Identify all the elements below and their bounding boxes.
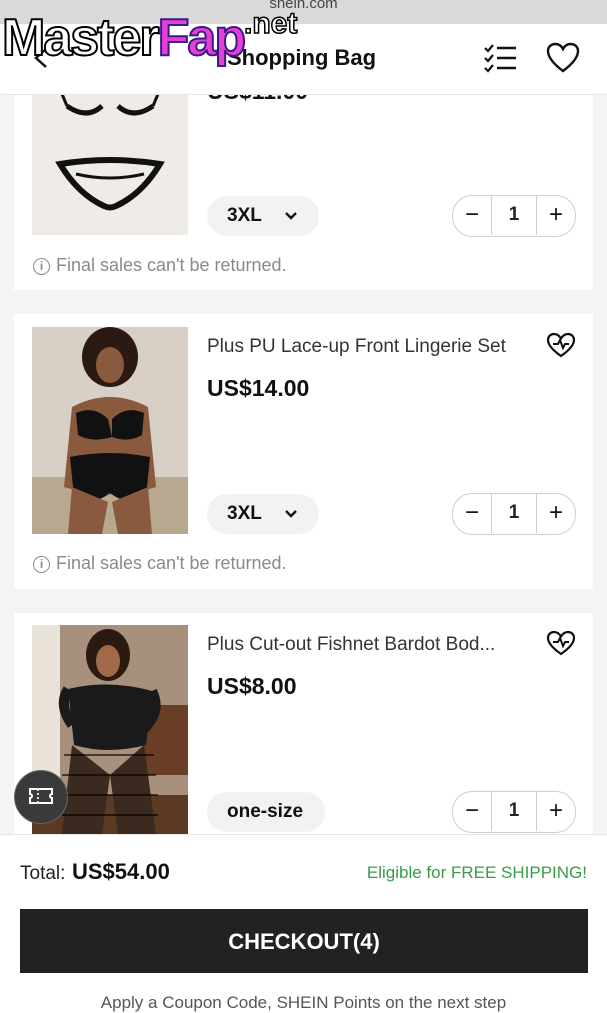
decrease-button[interactable]: − (453, 792, 491, 832)
item-divider (14, 290, 593, 314)
info-icon: i (33, 556, 50, 573)
quantity-value[interactable]: 1 (491, 493, 537, 533)
decrease-button[interactable]: − (453, 494, 491, 534)
checkout-button[interactable]: CHECKOUT(4) (20, 909, 588, 973)
product-image-2[interactable] (32, 327, 188, 534)
size-selector[interactable]: 3XL (207, 196, 319, 236)
quantity-value[interactable]: 1 (491, 195, 537, 235)
checkout-footer: Total: US$54.00 Eligible for FREE SHIPPI… (0, 834, 607, 1012)
coupon-button[interactable] (14, 770, 68, 824)
product-image-1[interactable] (32, 94, 188, 235)
watermark-logo: MasterFap .net (1, 6, 298, 68)
decrease-button[interactable]: − (453, 196, 491, 236)
coupon-hint: Apply a Coupon Code, SHEIN Points on the… (100, 993, 507, 1012)
quantity-value[interactable]: 1 (491, 791, 537, 831)
quantity-stepper: − 1 + (452, 791, 576, 833)
size-label: one-size (227, 801, 304, 822)
chevron-down-icon (285, 510, 297, 518)
item-name[interactable]: Plus Cut-out Fishnet Bardot Bod... (207, 634, 495, 656)
quantity-stepper: − 1 + (452, 195, 576, 237)
checklist-icon[interactable] (482, 42, 518, 74)
increase-button[interactable]: + (537, 196, 575, 236)
right-gutter (593, 94, 607, 834)
final-sale-notice: i Final sales can't be returned. (33, 255, 287, 276)
save-for-later-icon[interactable] (546, 332, 576, 358)
quantity-stepper: − 1 + (452, 493, 576, 535)
item-divider (14, 589, 593, 613)
size-selector[interactable]: 3XL (207, 494, 319, 534)
left-gutter (0, 94, 14, 834)
total-label: Total: (20, 863, 66, 884)
free-shipping-note: Eligible for FREE SHIPPING! (366, 863, 587, 882)
item-name[interactable]: Plus PU Lace-up Front Lingerie Set (207, 336, 506, 358)
final-sale-notice: i Final sales can't be returned. (33, 553, 287, 574)
size-label: 3XL (227, 503, 262, 524)
size-label: 3XL (227, 205, 262, 226)
increase-button[interactable]: + (537, 494, 575, 534)
info-icon: i (33, 258, 50, 275)
total-value: US$54.00 (72, 859, 170, 884)
size-selector[interactable]: one-size (207, 792, 325, 832)
item-price: US$8.00 (207, 673, 297, 699)
save-for-later-icon[interactable] (546, 630, 576, 656)
ticket-icon (29, 788, 53, 804)
heart-icon[interactable] (546, 42, 580, 74)
increase-button[interactable]: + (537, 792, 575, 832)
chevron-down-icon (285, 212, 297, 220)
item-price: US$14.00 (207, 375, 310, 401)
